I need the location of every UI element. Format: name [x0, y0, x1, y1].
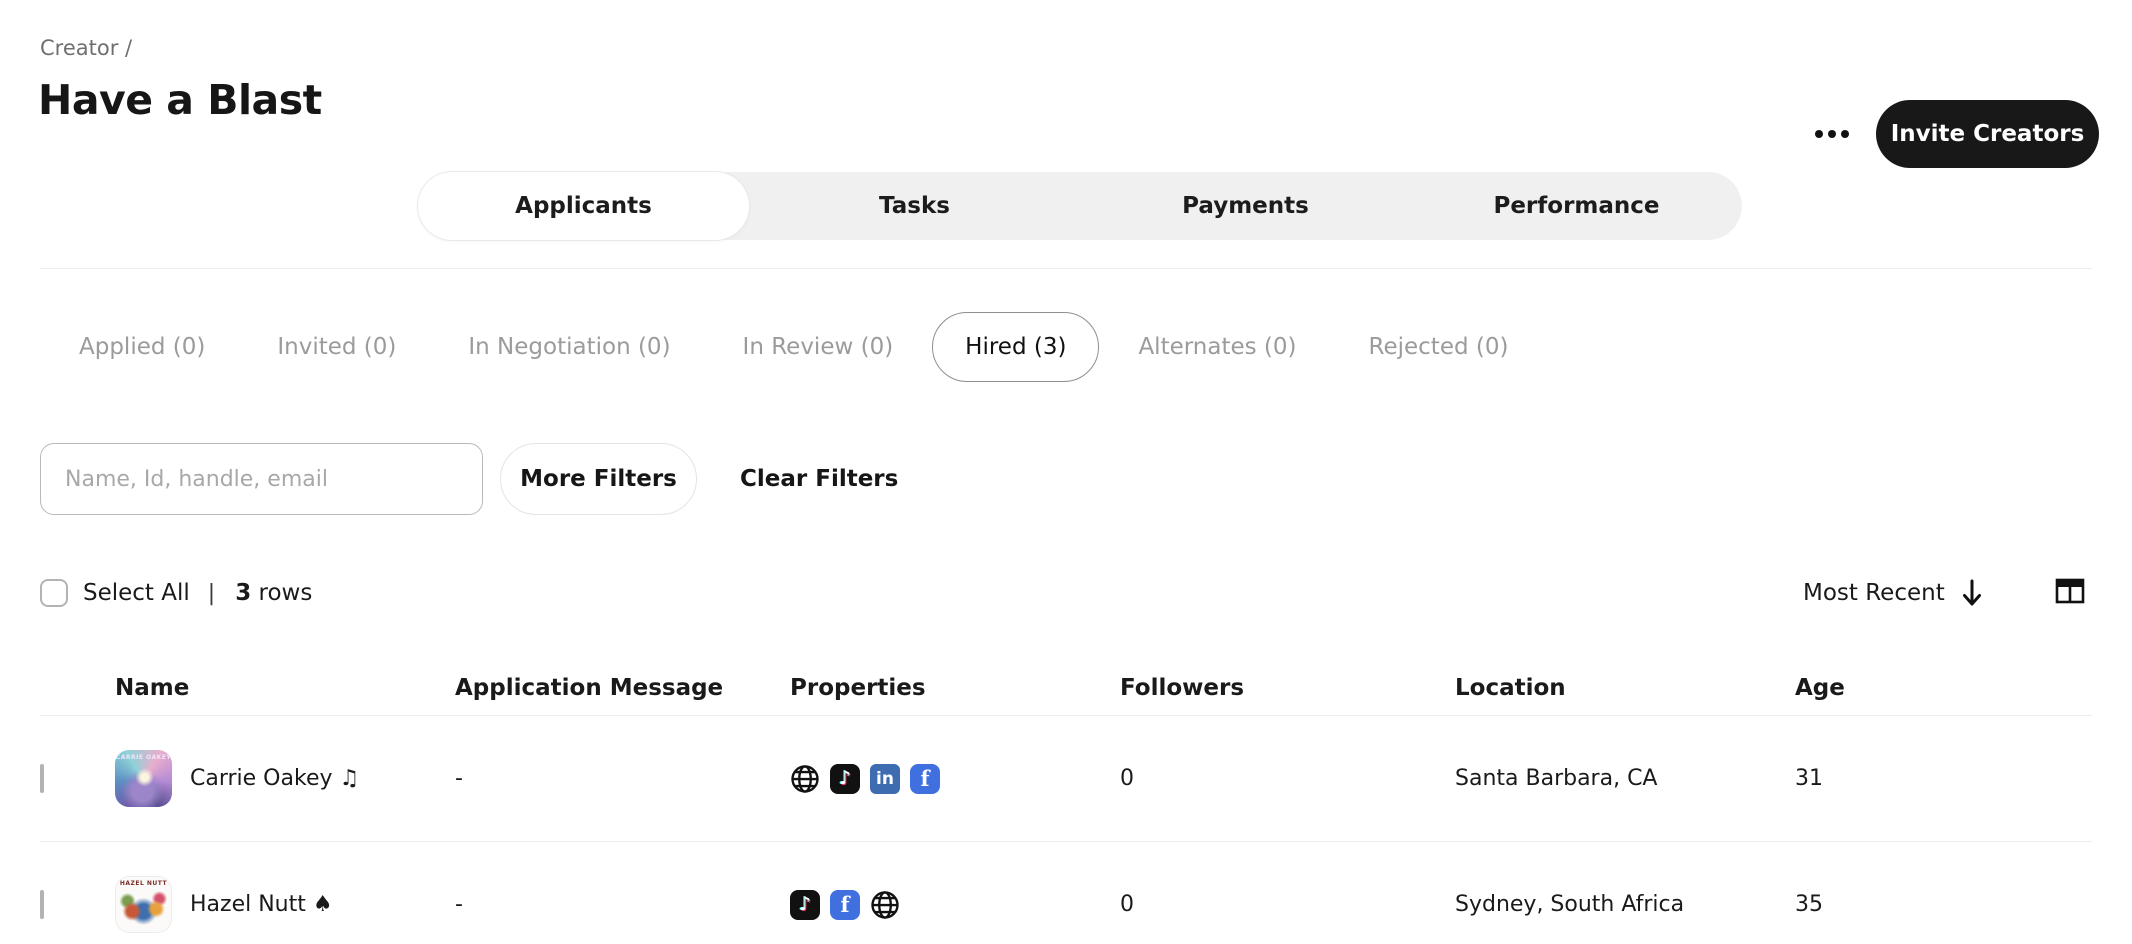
status-filterbar: Applied (0) Invited (0) In Negotiation (…	[46, 312, 1541, 382]
linkedin-icon[interactable]: in	[870, 764, 900, 794]
tiktok-icon[interactable]: ♪	[830, 764, 860, 794]
followers-value: 0	[1120, 892, 1455, 917]
col-application-message: Application Message	[455, 675, 790, 701]
col-followers: Followers	[1120, 675, 1455, 701]
filter-invited[interactable]: Invited (0)	[244, 312, 429, 382]
sort-button[interactable]: Most Recent	[1803, 576, 1985, 610]
filter-rejected[interactable]: Rejected (0)	[1336, 312, 1542, 382]
list-controls: Select All | 3 rows	[40, 578, 312, 608]
tab-applicants[interactable]: Applicants	[418, 172, 749, 240]
filter-hired[interactable]: Hired (3)	[932, 312, 1099, 382]
creator-name[interactable]: Hazel Nutt ♠	[190, 892, 333, 917]
clear-filters-button[interactable]: Clear Filters	[740, 443, 898, 515]
application-message: -	[455, 892, 790, 917]
arrow-down-icon	[1959, 578, 1985, 608]
tiktok-icon[interactable]: ♪	[790, 890, 820, 920]
col-location: Location	[1455, 675, 1795, 701]
tab-tasks[interactable]: Tasks	[749, 172, 1080, 240]
tab-payments[interactable]: Payments	[1080, 172, 1411, 240]
select-all-checkbox[interactable]	[40, 579, 68, 607]
row-checkbox[interactable]	[40, 764, 44, 793]
application-message: -	[455, 766, 790, 791]
age-value: 31	[1795, 766, 2092, 791]
filter-in-negotiation[interactable]: In Negotiation (0)	[435, 312, 703, 382]
location-value: Sydney, South Africa	[1455, 892, 1795, 917]
more-options-icon	[1815, 130, 1823, 138]
facebook-icon[interactable]: f	[830, 890, 860, 920]
col-name: Name	[115, 675, 455, 701]
page-title: Have a Blast	[38, 76, 322, 124]
filter-applied[interactable]: Applied (0)	[46, 312, 238, 382]
select-all-label[interactable]: Select All	[83, 580, 190, 606]
invite-creators-button[interactable]: Invite Creators	[1876, 100, 2099, 168]
table-header: Name Application Message Properties Foll…	[40, 660, 2092, 716]
header-divider	[40, 268, 2092, 269]
search-input[interactable]	[40, 443, 483, 515]
row-count: 3 rows	[235, 580, 312, 606]
filter-alternates[interactable]: Alternates (0)	[1105, 312, 1329, 382]
location-value: Santa Barbara, CA	[1455, 766, 1795, 791]
col-age: Age	[1795, 675, 2092, 701]
creator-detail-page: Creator / Have a Blast Invite Creators A…	[0, 0, 2132, 944]
age-value: 35	[1795, 892, 2092, 917]
separator: |	[208, 581, 215, 606]
filter-in-review[interactable]: In Review (0)	[710, 312, 927, 382]
more-filters-button[interactable]: More Filters	[500, 443, 697, 515]
followers-value: 0	[1120, 766, 1455, 791]
column-settings-button[interactable]	[2052, 574, 2088, 610]
more-options-button[interactable]	[1800, 112, 1864, 156]
table-row[interactable]: HAZEL NUTT Hazel Nutt ♠ - ♪f 0 Sydney, S…	[40, 842, 2092, 944]
breadcrumb[interactable]: Creator /	[40, 36, 132, 60]
tab-performance[interactable]: Performance	[1411, 172, 1742, 240]
property-icons: ♪ inf	[790, 764, 1120, 794]
sort-label: Most Recent	[1803, 580, 1945, 606]
row-checkbox[interactable]	[40, 890, 44, 919]
avatar: CARRIE OAKEY	[115, 750, 172, 807]
website-icon[interactable]	[870, 890, 900, 920]
col-properties: Properties	[790, 675, 1120, 701]
avatar: HAZEL NUTT	[115, 876, 172, 933]
property-icons: ♪f	[790, 890, 1120, 920]
main-tabbar: Applicants Tasks Payments Performance	[418, 172, 1742, 240]
facebook-icon[interactable]: f	[910, 764, 940, 794]
columns-icon	[2054, 575, 2086, 607]
applicants-table: Name Application Message Properties Foll…	[40, 660, 2092, 944]
website-icon[interactable]	[790, 764, 820, 794]
creator-name[interactable]: Carrie Oakey ♫	[190, 766, 359, 791]
table-row[interactable]: CARRIE OAKEY Carrie Oakey ♫ - ♪ inf 0 San…	[40, 716, 2092, 842]
